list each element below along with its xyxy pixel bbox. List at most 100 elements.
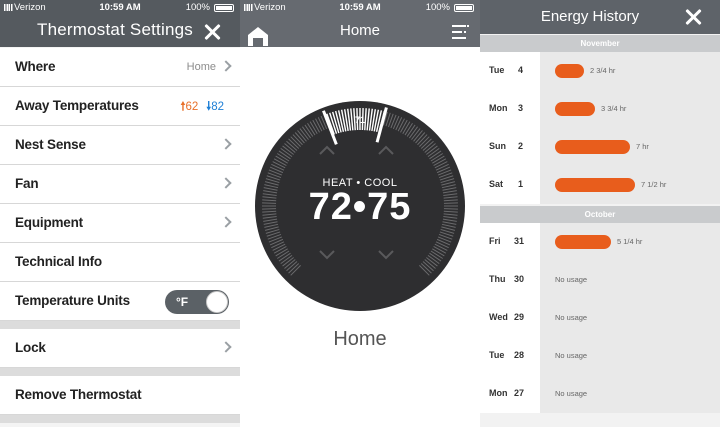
day-cell: Thu 30 <box>480 261 540 299</box>
settings-row-remove-thermostat[interactable]: Remove Thermostat <box>0 376 240 415</box>
row-value: Home <box>186 61 216 73</box>
month-header: November <box>480 35 720 52</box>
chevron-right-icon <box>220 177 232 189</box>
energy-header: Energy History <box>480 0 720 34</box>
row-label: Equipment <box>15 215 83 230</box>
close-icon[interactable] <box>684 8 702 26</box>
battery-icon <box>454 4 474 12</box>
date-label: 2 <box>518 141 524 151</box>
target-temperature: 72•75 <box>308 186 412 228</box>
temperature-units-toggle[interactable]: °F <box>165 290 229 314</box>
day-cell: Mon 3 <box>480 90 540 128</box>
battery-icon <box>214 4 234 12</box>
day-label: Sun <box>489 141 506 151</box>
usage-cell: No usage <box>540 261 720 299</box>
usage-hours: 3 3/4 hr <box>601 104 627 113</box>
chevron-right-icon <box>220 341 232 353</box>
structure-name: Home <box>333 328 387 350</box>
usage-bar <box>555 140 630 154</box>
day-cell: Fri 31 <box>480 223 540 261</box>
energy-day-row[interactable]: Tue 28 No usage <box>480 337 720 375</box>
energy-day-row[interactable]: Wed 29 No usage <box>480 299 720 337</box>
settings-row-temperature-units: Temperature Units °F <box>0 282 240 321</box>
energy-day-row[interactable]: Mon 27 No usage <box>480 375 720 413</box>
chevron-right-icon <box>220 216 232 228</box>
usage-hours: No usage <box>555 313 588 322</box>
chevron-right-icon <box>220 60 232 72</box>
day-cell: Sat 1 <box>480 166 540 204</box>
status-bar: Verizon 10:59 AM 100% <box>240 0 480 15</box>
settings-row-where[interactable]: Where Home <box>0 48 240 87</box>
energy-day-row[interactable]: Mon 3 3 3/4 hr <box>480 90 720 128</box>
date-label: 1 <box>518 179 524 189</box>
toggle-knob[interactable] <box>206 291 228 313</box>
menu-icon[interactable] <box>452 25 469 39</box>
settings-row-equipment[interactable]: Equipment <box>0 204 240 243</box>
date-label: 28 <box>514 350 525 360</box>
usage-hours: 7 1/2 hr <box>641 180 667 189</box>
date-label: 4 <box>518 65 524 75</box>
row-label: Temperature Units <box>15 293 130 308</box>
settings-row-fan[interactable]: Fan <box>0 165 240 204</box>
row-label: Fan <box>15 176 39 191</box>
battery-percent: 100% <box>425 2 450 13</box>
usage-cell: No usage <box>540 375 720 413</box>
row-label: Technical Info <box>15 254 102 269</box>
day-label: Tue <box>489 350 505 360</box>
energy-history-screen: Energy History November October Tue 4 2 3/… <box>480 0 720 427</box>
energy-day-row[interactable]: Fri 31 5 1/4 hr <box>480 223 720 261</box>
section-divider <box>0 368 240 376</box>
away-heat-value: 62 <box>185 101 199 113</box>
usage-bar <box>555 102 595 116</box>
day-label: Mon <box>489 388 508 398</box>
month-header: October <box>480 206 720 223</box>
day-cell: Tue 28 <box>480 337 540 375</box>
usage-hours: No usage <box>555 275 588 284</box>
day-label: Tue <box>489 65 505 75</box>
toggle-label: °F <box>176 295 189 309</box>
settings-row-technical-info[interactable]: Technical Info <box>0 243 240 282</box>
day-cell: Mon 27 <box>480 375 540 413</box>
date-label: 3 <box>518 103 524 113</box>
usage-bar <box>555 64 584 78</box>
usage-hours: No usage <box>555 351 588 360</box>
day-cell: Tue 4 <box>480 52 540 90</box>
away-cool-value: 82 <box>211 101 224 113</box>
page-title: Thermostat Settings <box>37 20 193 39</box>
energy-day-row[interactable]: Sun 2 7 hr <box>480 128 720 166</box>
settings-row-lock[interactable]: Lock <box>0 329 240 368</box>
day-label: Sat <box>489 179 504 189</box>
battery-percent: 100% <box>185 2 210 13</box>
usage-hours: 5 1/4 hr <box>617 237 643 246</box>
ambient-temperature: 71 <box>355 115 366 125</box>
row-label: Where <box>15 59 56 74</box>
usage-hours: 2 3/4 hr <box>590 66 616 75</box>
energy-day-row[interactable]: Thu 30 No usage <box>480 261 720 299</box>
thermostat-screen: Verizon 10:59 AM 100% Home 71 HEAT • COO… <box>240 0 480 427</box>
usage-hours: No usage <box>555 389 588 398</box>
settings-row-nest-sense[interactable]: Nest Sense <box>0 126 240 165</box>
close-icon[interactable] <box>203 23 221 41</box>
section-divider <box>0 415 240 423</box>
settings-header: Verizon 10:59 AM 100% Thermostat Setting… <box>0 0 240 47</box>
day-cell: Wed 29 <box>480 299 540 337</box>
date-label: 27 <box>514 388 525 398</box>
day-label: Wed <box>489 312 508 322</box>
page-title: Home <box>339 22 380 39</box>
date-label: 30 <box>514 274 525 284</box>
day-label: Thu <box>489 274 506 284</box>
section-divider <box>0 321 240 329</box>
thermostat-header: Verizon 10:59 AM 100% Home <box>240 0 480 47</box>
usage-cell: No usage <box>540 299 720 337</box>
settings-screen: Verizon 10:59 AM 100% Thermostat Setting… <box>0 0 240 427</box>
away-temps: 🠕62 🠗82 <box>181 99 224 118</box>
usage-cell: 7 1/2 hr <box>540 166 720 204</box>
row-label: Lock <box>15 340 46 355</box>
energy-day-row[interactable]: Tue 4 2 3/4 hr <box>480 52 720 90</box>
energy-day-row[interactable]: Sat 1 7 1/2 hr <box>480 166 720 204</box>
usage-cell: No usage <box>540 337 720 375</box>
date-label: 29 <box>514 312 525 322</box>
usage-cell: 2 3/4 hr <box>540 52 720 90</box>
usage-bar <box>555 178 635 192</box>
settings-row-away-temperatures[interactable]: Away Temperatures 🠕62 🠗82 <box>0 87 240 126</box>
